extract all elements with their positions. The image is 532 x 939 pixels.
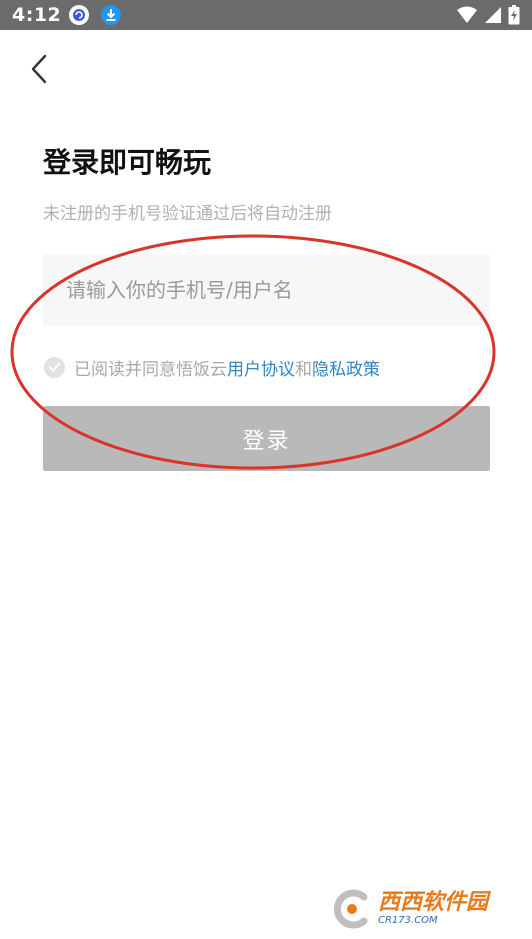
watermark-subtext: CR173.COM bbox=[378, 915, 438, 926]
battery-charging-icon bbox=[508, 5, 520, 25]
download-icon bbox=[101, 5, 122, 25]
agreement-checkbox[interactable] bbox=[44, 356, 65, 378]
status-time: 4:12 bbox=[12, 4, 62, 26]
status-bar: 4:12 bbox=[0, 0, 532, 30]
phone-input-container bbox=[43, 254, 490, 326]
privacy-policy-link[interactable]: 隐私政策 bbox=[312, 355, 380, 380]
user-agreement-link[interactable]: 用户协议 bbox=[227, 355, 295, 380]
agreement-prefix: 已阅读并同意悟饭云 bbox=[74, 359, 227, 380]
watermark-text: 西西软件园 bbox=[378, 890, 489, 915]
chevron-left-icon bbox=[31, 54, 47, 84]
watermark-logo-icon bbox=[333, 889, 368, 929]
signal-icon bbox=[485, 7, 501, 23]
agreement-conjunction: 和 bbox=[295, 359, 312, 380]
wifi-icon bbox=[457, 6, 477, 23]
agreement-row: 已阅读并同意悟饭云 用户协议 和 隐私政策 bbox=[44, 354, 380, 380]
message-notification-icon bbox=[69, 5, 90, 25]
page-subtitle: 未注册的手机号验证通过后将自动注册 bbox=[43, 204, 332, 224]
back-button[interactable] bbox=[22, 50, 56, 88]
checkmark-icon bbox=[48, 362, 61, 372]
login-button[interactable]: 登录 bbox=[43, 406, 490, 471]
page-title: 登录即可畅玩 bbox=[43, 146, 212, 179]
phone-input[interactable] bbox=[43, 254, 490, 326]
watermark-logo: 西西软件园 CR173.COM bbox=[330, 885, 520, 933]
status-icons bbox=[450, 5, 520, 25]
